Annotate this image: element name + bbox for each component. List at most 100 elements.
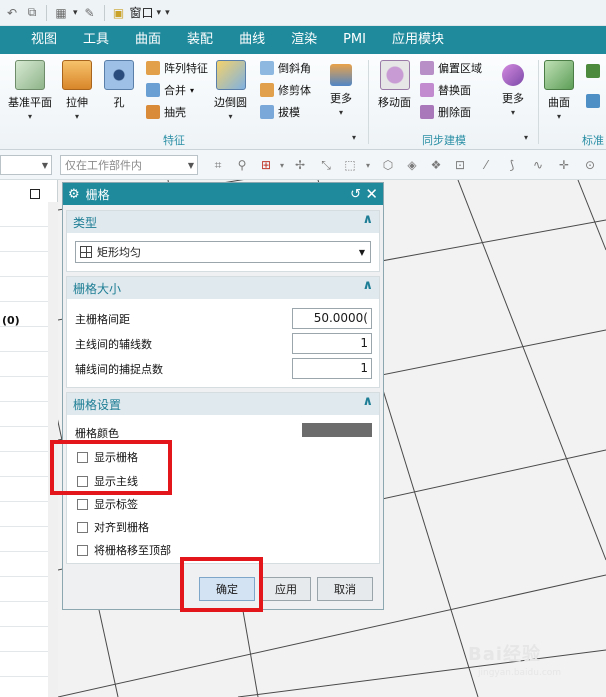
- list-item[interactable]: [0, 327, 48, 352]
- move-grid-to-top-checkbox[interactable]: 将栅格移至顶部: [77, 542, 171, 558]
- grid-icon[interactable]: ▦: [53, 5, 69, 21]
- grid-color-swatch[interactable]: [302, 423, 372, 437]
- shell-button[interactable]: 抽壳: [146, 104, 186, 120]
- list-item[interactable]: [0, 502, 48, 527]
- list-item[interactable]: [0, 352, 48, 377]
- snap-icon[interactable]: ⌗: [210, 157, 226, 173]
- solid-icon[interactable]: ⬡: [380, 157, 396, 173]
- tab-assembly[interactable]: 装配: [174, 26, 226, 54]
- grid-type-select[interactable]: 矩形均匀 ▼: [75, 241, 371, 263]
- pattern-feature-button[interactable]: 阵列特征: [146, 60, 208, 76]
- list-item[interactable]: [0, 227, 48, 252]
- grid-settings-section-header[interactable]: 栅格设置 ∧: [67, 393, 379, 415]
- datum-plane-button[interactable]: 基准平面 ▾: [8, 60, 52, 121]
- eraser-icon[interactable]: ✎: [82, 5, 98, 21]
- scope-filter-combo[interactable]: 仅在工作部件内 ▼: [60, 155, 198, 175]
- tab-applications[interactable]: 应用模块: [379, 26, 457, 54]
- delete-face-button[interactable]: 删除面: [420, 104, 471, 120]
- type-section-header[interactable]: 类型 ∧: [67, 211, 379, 233]
- minor-lines-field[interactable]: 1: [292, 333, 372, 354]
- type-filter-combo[interactable]: ▼: [0, 155, 52, 175]
- intersection-icon[interactable]: ✛: [556, 157, 572, 173]
- replace-face-button[interactable]: 替换面: [420, 82, 471, 98]
- body-icon[interactable]: ❖: [428, 157, 444, 173]
- move-face-button[interactable]: 移动面: [378, 60, 411, 110]
- list-item[interactable]: [0, 527, 48, 552]
- center-point-icon[interactable]: ⊙: [582, 157, 598, 173]
- annotation-highlight: [50, 440, 172, 495]
- chamfer-button[interactable]: 倒斜角: [260, 60, 311, 76]
- list-item[interactable]: [0, 452, 48, 477]
- gear-icon[interactable]: ⚙: [68, 187, 80, 202]
- spline-icon[interactable]: ∿: [530, 157, 546, 173]
- list-item[interactable]: [0, 577, 48, 602]
- major-spacing-field[interactable]: 50.0000(: [292, 308, 372, 329]
- list-item[interactable]: [0, 602, 48, 627]
- snap-points-field[interactable]: 1: [292, 358, 372, 379]
- list-item[interactable]: [0, 202, 48, 227]
- tab-view[interactable]: 视图: [18, 26, 70, 54]
- tab-surface[interactable]: 曲面: [122, 26, 174, 54]
- tab-curve[interactable]: 曲线: [226, 26, 278, 54]
- rectangle-select-icon[interactable]: ⬚: [342, 157, 358, 173]
- select-feature-icon[interactable]: ⚲: [234, 157, 250, 173]
- customize-dropdown-icon[interactable]: ▾: [165, 8, 170, 18]
- watermark: Bai经验: [468, 644, 542, 665]
- maximize-icon[interactable]: [30, 189, 40, 199]
- standard-tool-button-2[interactable]: [586, 94, 600, 108]
- list-item[interactable]: [0, 552, 48, 577]
- tab-pmi[interactable]: PMI: [330, 26, 379, 54]
- edge-blend-button[interactable]: 边倒圆 ▾: [214, 60, 247, 121]
- list-item[interactable]: [0, 477, 48, 502]
- edge-blend-label: 边倒圆: [214, 96, 247, 109]
- offset-region-button[interactable]: 偏置区域: [420, 60, 482, 76]
- grid-dropdown-icon[interactable]: ▾: [73, 8, 78, 18]
- chevron-down-icon[interactable]: ▾: [360, 157, 376, 173]
- list-item[interactable]: [0, 252, 48, 277]
- checkbox-box[interactable]: [77, 521, 88, 533]
- chevron-down-icon[interactable]: ▾: [274, 157, 290, 173]
- copy-icon[interactable]: ⧉: [24, 5, 40, 21]
- hole-button[interactable]: 孔: [104, 60, 134, 110]
- line-icon[interactable]: ⁄: [478, 157, 494, 173]
- snap-to-grid-checkbox[interactable]: 对齐到栅格: [77, 519, 149, 535]
- vector-icon[interactable]: ⤡: [318, 157, 334, 173]
- grid-size-section-header[interactable]: 栅格大小 ∧: [67, 277, 379, 299]
- edge-icon[interactable]: ⊡: [452, 157, 468, 173]
- list-item[interactable]: [0, 277, 48, 302]
- dropdown-icon: ▾: [27, 112, 32, 121]
- close-icon[interactable]: ✕: [365, 185, 378, 203]
- more-sync-button[interactable]: 更多 ▾: [502, 60, 524, 117]
- dialog-title-bar[interactable]: ⚙ 栅格 ↺ ✕: [63, 183, 383, 205]
- surface-button[interactable]: 曲面 ▾: [544, 60, 574, 121]
- chevron-up-icon: ∧: [362, 212, 373, 227]
- list-item[interactable]: [0, 427, 48, 452]
- group-expand-icon[interactable]: ▾: [524, 133, 528, 142]
- tab-tools[interactable]: 工具: [70, 26, 122, 54]
- list-item[interactable]: [0, 652, 48, 677]
- list-item[interactable]: [0, 402, 48, 427]
- checkbox-box[interactable]: [77, 498, 88, 510]
- window-menu[interactable]: ▣ 窗口 ▾: [111, 4, 161, 21]
- face-icon[interactable]: ◈: [404, 157, 420, 173]
- checkbox-box[interactable]: [77, 544, 88, 556]
- undo-icon[interactable]: ↶: [4, 5, 20, 21]
- extrude-button[interactable]: 拉伸 ▾: [62, 60, 92, 121]
- unite-button[interactable]: 合并 ▾: [146, 82, 194, 98]
- grid-snap-icon[interactable]: ⊞: [258, 157, 274, 173]
- group-expand-icon[interactable]: ▾: [352, 133, 356, 142]
- point-icon[interactable]: ✢: [292, 157, 308, 173]
- list-item[interactable]: [0, 377, 48, 402]
- more-feature-button[interactable]: 更多 ▾: [330, 60, 352, 117]
- list-item[interactable]: [0, 627, 48, 652]
- cancel-button[interactable]: 取消: [317, 577, 373, 601]
- draft-button[interactable]: 拔模: [260, 104, 300, 120]
- show-labels-checkbox[interactable]: 显示标签: [77, 496, 138, 512]
- apply-button[interactable]: 应用: [261, 577, 311, 601]
- reset-icon[interactable]: ↺: [350, 187, 361, 202]
- trim-body-button[interactable]: 修剪体: [260, 82, 311, 98]
- curve-icon[interactable]: ⟆: [504, 157, 520, 173]
- tab-render[interactable]: 渲染: [278, 26, 330, 54]
- standard-tool-button[interactable]: [586, 64, 600, 78]
- grid-color-label: 栅格颜色: [75, 427, 119, 440]
